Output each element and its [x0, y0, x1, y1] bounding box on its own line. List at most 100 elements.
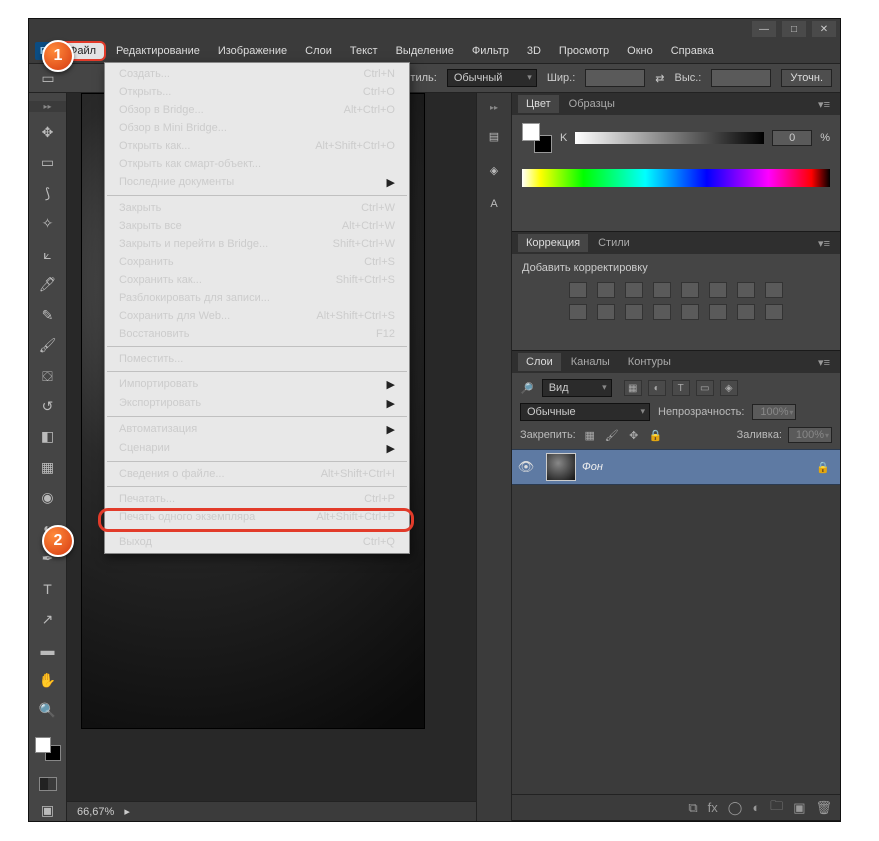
hand-tool-icon[interactable]: ✋	[37, 670, 59, 690]
dock-expand[interactable]: ▸▸	[477, 101, 511, 113]
delete-icon[interactable]: 🗑	[815, 800, 832, 816]
lock-pos-icon[interactable]: ✥	[626, 428, 642, 442]
tab-styles[interactable]: Стили	[590, 234, 638, 252]
menu-item[interactable]: Поместить...	[105, 350, 409, 368]
link-icon[interactable]: ⧉	[688, 800, 697, 816]
k-value[interactable]: 0	[772, 130, 812, 146]
path-tool-icon[interactable]: ↗	[37, 609, 59, 629]
zoom-tool-icon[interactable]: 🔍	[37, 701, 59, 721]
tab-layers[interactable]: Слои	[518, 353, 561, 371]
history-panel-icon[interactable]: ▤	[483, 125, 505, 147]
filter-smart-icon[interactable]: ◈	[720, 380, 738, 396]
style-select[interactable]: Обычный	[447, 69, 537, 87]
layer-name[interactable]: Фон	[582, 461, 816, 473]
menu-item[interactable]: Создать...Ctrl+N	[105, 65, 409, 83]
lock-trans-icon[interactable]: ▦	[582, 428, 598, 442]
doc-info-icon[interactable]: ▸	[124, 805, 130, 818]
adjust-exposure-icon[interactable]	[653, 282, 671, 298]
adjust-poster-icon[interactable]	[681, 304, 699, 320]
panel-menu-icon[interactable]: ▾≡	[814, 356, 834, 369]
menu-item[interactable]: Открыть...Ctrl+O	[105, 83, 409, 101]
adjust-photo-icon[interactable]	[569, 304, 587, 320]
filter-adjust-icon[interactable]: ◐	[648, 380, 666, 396]
properties-panel-icon[interactable]: ◈	[483, 159, 505, 181]
menu-item[interactable]: Печатать...Ctrl+P	[105, 490, 409, 508]
adjust-lookup-icon[interactable]	[625, 304, 643, 320]
marquee-tool-icon[interactable]: ▭	[37, 153, 59, 173]
history-brush-icon[interactable]: ↺	[37, 396, 59, 416]
height-field[interactable]	[711, 69, 771, 87]
blend-select[interactable]: Обычные	[520, 403, 650, 421]
menu-view[interactable]: Просмотр	[551, 41, 617, 61]
fx-icon[interactable]: fx	[708, 800, 718, 815]
mask-icon[interactable]: ◯	[728, 800, 743, 816]
menu-item[interactable]: Открыть как...Alt+Shift+Ctrl+O	[105, 137, 409, 155]
wand-tool-icon[interactable]: ✧	[37, 214, 59, 234]
menu-item[interactable]: Закрыть и перейти в Bridge...Shift+Ctrl+…	[105, 235, 409, 253]
adjust-selective-icon[interactable]	[765, 304, 783, 320]
tab-paths[interactable]: Контуры	[620, 353, 679, 371]
eyedropper-tool-icon[interactable]: 🖊	[37, 274, 59, 294]
color-fgbg[interactable]	[522, 123, 552, 153]
menu-3d[interactable]: 3D	[519, 41, 549, 61]
menu-filter[interactable]: Фильтр	[464, 41, 517, 61]
adjust-brightness-icon[interactable]	[569, 282, 587, 298]
blur-tool-icon[interactable]: ◉	[37, 488, 59, 508]
fill-value[interactable]: 100%	[788, 427, 832, 443]
menu-layer[interactable]: Слои	[297, 41, 340, 61]
adjust-gradient-icon[interactable]	[737, 304, 755, 320]
healing-tool-icon[interactable]: ✎	[37, 305, 59, 325]
visibility-icon[interactable]: 👁	[512, 459, 540, 475]
adjust-bw-icon[interactable]	[765, 282, 783, 298]
menu-edit[interactable]: Редактирование	[108, 41, 208, 61]
menu-select[interactable]: Выделение	[388, 41, 462, 61]
adjust-levels-icon[interactable]	[597, 282, 615, 298]
kind-search-icon[interactable]: 🔎	[520, 382, 534, 395]
menu-item[interactable]: Сценарии▶	[105, 439, 409, 458]
lock-pixel-icon[interactable]: 🖌	[604, 428, 620, 442]
menu-item[interactable]: Автоматизация▶	[105, 420, 409, 439]
adjust-vibrance-icon[interactable]	[681, 282, 699, 298]
type-tool-icon[interactable]: T	[37, 579, 59, 599]
panel-menu-icon[interactable]: ▾≡	[814, 237, 834, 250]
menu-item[interactable]: ВосстановитьF12	[105, 325, 409, 343]
tab-channels[interactable]: Каналы	[563, 353, 618, 371]
toolbox-expand[interactable]: ▸▸	[29, 101, 66, 112]
menu-window[interactable]: Окно	[619, 41, 661, 61]
crop-tool-icon[interactable]: ⟀	[37, 244, 59, 264]
filter-type-icon[interactable]: T	[672, 380, 690, 396]
stamp-tool-icon[interactable]: ⛋	[37, 366, 59, 386]
adjust-curves-icon[interactable]	[625, 282, 643, 298]
adjust-threshold-icon[interactable]	[709, 304, 727, 320]
menu-item[interactable]: Импортировать▶	[105, 375, 409, 394]
screenmode-icon[interactable]: ▣	[37, 801, 59, 821]
tab-swatches[interactable]: Образцы	[561, 95, 623, 113]
close-button[interactable]: ✕	[812, 21, 836, 37]
swap-icon[interactable]: ⇄	[655, 72, 664, 85]
adjust-colorbalance-icon[interactable]	[737, 282, 755, 298]
move-tool-icon[interactable]: ✥	[37, 122, 59, 142]
menu-item[interactable]: ЗакрытьCtrl+W	[105, 199, 409, 217]
opacity-value[interactable]: 100%	[752, 404, 796, 420]
menu-item[interactable]: Сведения о файле...Alt+Shift+Ctrl+I	[105, 465, 409, 483]
maximize-button[interactable]: □	[782, 21, 806, 37]
menu-help[interactable]: Справка	[663, 41, 722, 61]
group-icon[interactable]: 🗀	[770, 797, 783, 819]
shape-tool-icon[interactable]: ▬	[37, 640, 59, 660]
menu-item[interactable]: Обзор в Mini Bridge...	[105, 119, 409, 137]
color-swatch[interactable]	[35, 737, 61, 761]
adjustment-icon[interactable]: ◐	[752, 800, 760, 815]
lock-all-icon[interactable]: 🔒	[648, 428, 664, 442]
width-field[interactable]	[585, 69, 645, 87]
lasso-tool-icon[interactable]: ⟆	[37, 183, 59, 203]
menu-item[interactable]: Последние документы▶	[105, 173, 409, 192]
adjust-mixer-icon[interactable]	[597, 304, 615, 320]
menu-item[interactable]: ВыходCtrl+Q	[105, 533, 409, 551]
color-spectrum[interactable]	[522, 169, 830, 187]
menu-item[interactable]: Обзор в Bridge...Alt+Ctrl+O	[105, 101, 409, 119]
menu-image[interactable]: Изображение	[210, 41, 295, 61]
menu-item[interactable]: Сохранить для Web...Alt+Shift+Ctrl+S	[105, 307, 409, 325]
brush-tool-icon[interactable]: 🖌	[37, 335, 59, 355]
filter-pixel-icon[interactable]: ▦	[624, 380, 642, 396]
menu-item[interactable]: Открыть как смарт-объект...	[105, 155, 409, 173]
